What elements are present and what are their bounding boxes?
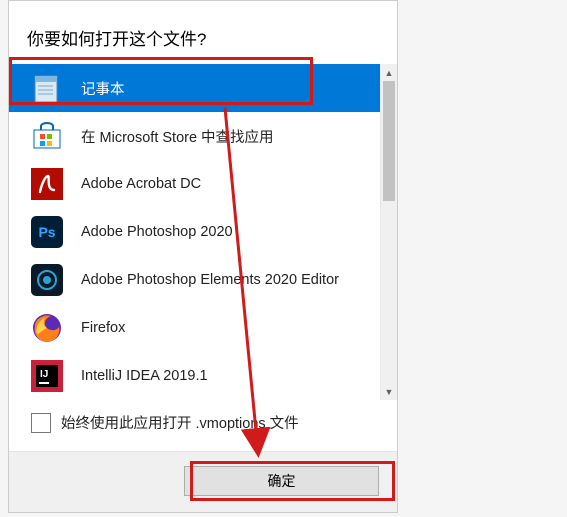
vertical-scrollbar[interactable]: ▲ ▼ (380, 64, 397, 400)
svg-text:Ps: Ps (38, 224, 55, 240)
app-item-notepad[interactable]: 记事本 (9, 64, 380, 112)
app-label: Adobe Acrobat DC (81, 176, 380, 192)
scroll-down-icon[interactable]: ▼ (381, 383, 397, 400)
app-item-intellij[interactable]: IJ IntelliJ IDEA 2019.1 (9, 352, 380, 400)
button-bar: 确定 (9, 451, 397, 512)
scroll-thumb[interactable] (383, 81, 395, 201)
firefox-icon (31, 312, 63, 344)
pse-icon (31, 264, 63, 296)
intellij-icon: IJ (31, 360, 63, 392)
app-item-store[interactable]: 在 Microsoft Store 中查找应用 (9, 112, 380, 160)
ok-button[interactable]: 确定 (184, 466, 379, 496)
always-use-row[interactable]: 始终使用此应用打开 .vmoptions 文件 (9, 400, 397, 451)
open-with-dialog: 你要如何打开这个文件? 记事本 (8, 0, 398, 513)
photoshop-icon: Ps (31, 216, 63, 248)
app-item-photoshop[interactable]: Ps Adobe Photoshop 2020 (9, 208, 380, 256)
app-label: 记事本 (81, 78, 380, 99)
svg-text:IJ: IJ (40, 369, 48, 380)
app-label: Adobe Photoshop 2020 (81, 224, 380, 240)
scroll-track[interactable] (381, 81, 397, 383)
store-icon (31, 120, 63, 152)
app-label: 在 Microsoft Store 中查找应用 (81, 126, 380, 147)
app-list-scroll-region: 记事本 在 Microsoft Store 中查找应用 (9, 64, 397, 400)
always-use-checkbox[interactable] (31, 413, 51, 433)
scroll-up-icon[interactable]: ▲ (381, 64, 397, 81)
app-item-acrobat[interactable]: Adobe Acrobat DC (9, 160, 380, 208)
app-item-firefox[interactable]: Firefox (9, 304, 380, 352)
dialog-title: 你要如何打开这个文件? (9, 15, 397, 64)
always-use-label: 始终使用此应用打开 .vmoptions 文件 (61, 412, 299, 433)
app-item-pse[interactable]: Adobe Photoshop Elements 2020 Editor (9, 256, 380, 304)
app-label: Adobe Photoshop Elements 2020 Editor (81, 272, 380, 288)
app-label: IntelliJ IDEA 2019.1 (81, 368, 380, 384)
app-label: Firefox (81, 320, 380, 336)
notepad-icon (31, 72, 63, 104)
acrobat-icon (31, 168, 63, 200)
app-list: 记事本 在 Microsoft Store 中查找应用 (9, 64, 380, 400)
